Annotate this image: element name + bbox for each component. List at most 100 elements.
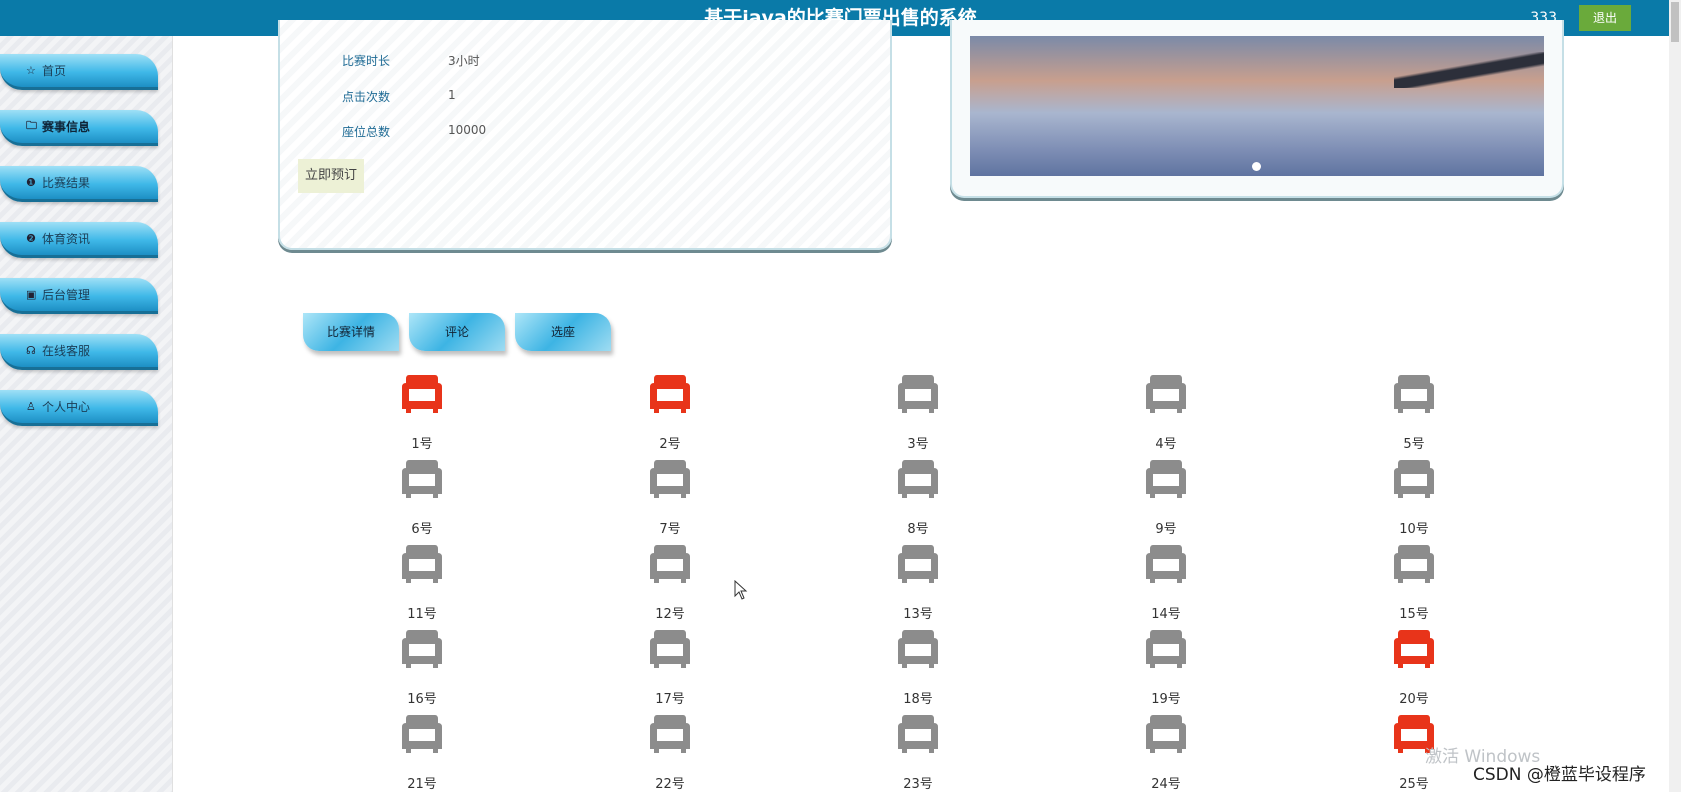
sidebar-item-label: 首页	[42, 64, 67, 78]
sidebar-item-label: 后台管理	[42, 288, 91, 302]
user-icon: ♙	[26, 400, 36, 413]
sidebar-item-label: 体育资讯	[42, 232, 91, 246]
seat-label: 21号	[407, 777, 437, 792]
tab-seat-selection[interactable]: 选座	[515, 313, 611, 351]
seat-label: 11号	[407, 607, 437, 622]
question-icon: ❷	[26, 232, 36, 245]
seat-label: 12号	[655, 607, 685, 622]
seat-label: 10号	[1399, 522, 1429, 537]
info-icon: ❶	[26, 176, 36, 189]
seat[interactable]: 15号	[1374, 543, 1454, 622]
seat[interactable]: 9号	[1126, 458, 1206, 537]
detail-key: 座位总数	[341, 125, 390, 139]
seat-label: 15号	[1399, 607, 1429, 622]
seat[interactable]: 10号	[1374, 458, 1454, 537]
sidebar-item-label: 比赛结果	[42, 176, 91, 190]
book-now-button[interactable]: 立即预订	[298, 159, 364, 193]
detail-value: 10000	[448, 123, 487, 137]
reeds-silhouette	[1394, 52, 1544, 88]
seat-label: 14号	[1151, 607, 1181, 622]
detail-value: 3小时	[448, 54, 480, 68]
event-details-card: 比赛时长 3小时 点击次数 1 座位总数 10000 立即预订	[278, 20, 892, 250]
sidebar-item-results[interactable]: ❶ 比赛结果	[0, 166, 158, 202]
seat-label: 6号	[411, 522, 433, 537]
armchair-icon	[1146, 375, 1186, 413]
armchair-icon	[898, 630, 938, 668]
seat[interactable]: 22号	[630, 713, 710, 792]
armchair-icon	[402, 715, 442, 753]
star-icon: ☆	[26, 64, 36, 77]
logout-button[interactable]: 退出	[1579, 5, 1631, 31]
sidebar-item-events[interactable]: 🗀 赛事信息	[0, 110, 158, 146]
headset-icon: ☊	[26, 344, 36, 357]
seat[interactable]: 13号	[878, 543, 958, 622]
sidebar-item-admin[interactable]: ▣ 后台管理	[0, 278, 158, 314]
bag-icon: 🗀	[26, 119, 37, 132]
detail-key: 比赛时长	[341, 54, 390, 68]
armchair-icon	[898, 375, 938, 413]
seat[interactable]: 11号	[382, 543, 462, 622]
sidebar-item-home[interactable]: ☆ 首页	[0, 54, 158, 90]
tab-comments[interactable]: 评论	[409, 313, 505, 351]
seat[interactable]: 2号	[630, 373, 710, 452]
tab-event-details[interactable]: 比赛详情	[303, 313, 399, 351]
detail-key: 点击次数	[341, 90, 390, 104]
armchair-icon	[1394, 545, 1434, 583]
armchair-icon	[1394, 460, 1434, 498]
seat[interactable]: 20号	[1374, 628, 1454, 707]
seat[interactable]: 3号	[878, 373, 958, 452]
carousel-dot[interactable]	[1252, 162, 1261, 171]
seat[interactable]: 5号	[1374, 373, 1454, 452]
sidebar-item-news[interactable]: ❷ 体育资讯	[0, 222, 158, 258]
mouse-cursor-icon	[734, 580, 748, 600]
armchair-icon	[650, 545, 690, 583]
seat[interactable]: 21号	[382, 713, 462, 792]
image-carousel-card	[950, 20, 1564, 198]
seat[interactable]: 6号	[382, 458, 462, 537]
armchair-icon	[402, 630, 442, 668]
seat-label: 3号	[907, 437, 929, 452]
armchair-icon	[650, 375, 690, 413]
armchair-icon	[1394, 630, 1434, 668]
sidebar-item-label: 赛事信息	[42, 120, 91, 134]
seat-label: 25号	[1399, 777, 1429, 792]
seat-label: 8号	[907, 522, 929, 537]
seat-label: 13号	[903, 607, 933, 622]
csdn-watermark: CSDN @橙蓝毕设程序	[1473, 765, 1646, 785]
armchair-icon	[1394, 375, 1434, 413]
sidebar: ☆ 首页 🗀 赛事信息 ❶ 比赛结果 ❷ 体育资讯 ▣ 后台管理 ☊ 在线客服 …	[0, 36, 173, 792]
seat[interactable]: 19号	[1126, 628, 1206, 707]
armchair-icon	[650, 460, 690, 498]
seat[interactable]: 4号	[1126, 373, 1206, 452]
sidebar-item-support[interactable]: ☊ 在线客服	[0, 334, 158, 370]
armchair-icon	[650, 715, 690, 753]
seat[interactable]: 7号	[630, 458, 710, 537]
carousel-image[interactable]	[970, 36, 1544, 176]
sidebar-item-label: 在线客服	[42, 344, 91, 358]
scrollbar[interactable]	[1669, 0, 1681, 792]
seat[interactable]: 1号	[382, 373, 462, 452]
armchair-icon	[402, 375, 442, 413]
seat-label: 1号	[411, 437, 433, 452]
sidebar-item-profile[interactable]: ♙ 个人中心	[0, 390, 158, 426]
seat[interactable]: 12号	[630, 543, 710, 622]
seat[interactable]: 23号	[878, 713, 958, 792]
armchair-icon	[898, 460, 938, 498]
seat-label: 9号	[1155, 522, 1177, 537]
seat[interactable]: 8号	[878, 458, 958, 537]
seat[interactable]: 18号	[878, 628, 958, 707]
seat-label: 5号	[1403, 437, 1425, 452]
seat[interactable]: 16号	[382, 628, 462, 707]
seat-label: 19号	[1151, 692, 1181, 707]
armchair-icon	[1146, 460, 1186, 498]
seat-label: 4号	[1155, 437, 1177, 452]
seat-label: 7号	[659, 522, 681, 537]
armchair-icon	[1146, 715, 1186, 753]
armchair-icon	[402, 460, 442, 498]
armchair-icon	[402, 545, 442, 583]
calendar-icon: ▣	[26, 288, 37, 301]
seat[interactable]: 17号	[630, 628, 710, 707]
scrollbar-thumb[interactable]	[1671, 2, 1679, 42]
seat[interactable]: 14号	[1126, 543, 1206, 622]
seat[interactable]: 24号	[1126, 713, 1206, 792]
